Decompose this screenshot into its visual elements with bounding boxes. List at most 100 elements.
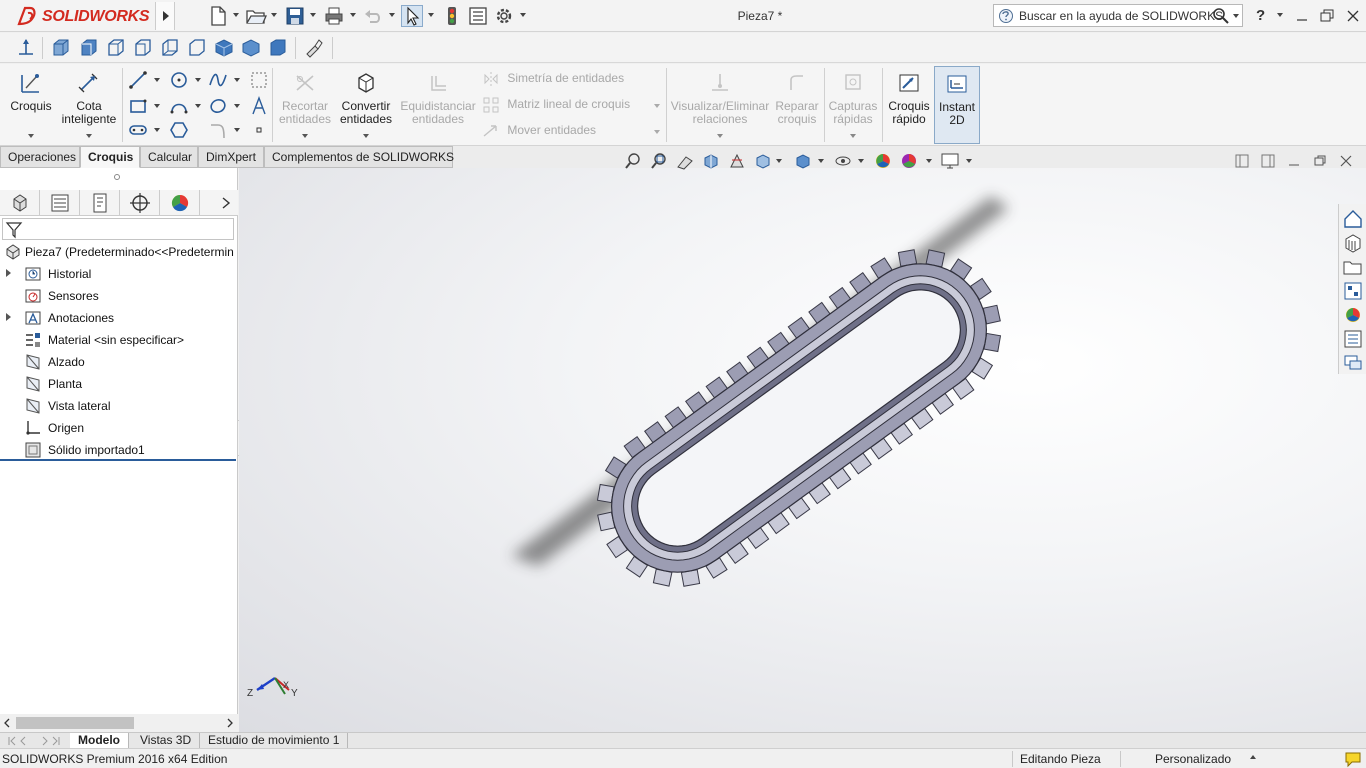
hide-show-dropdown-icon[interactable] [858,159,864,163]
polygon-tool[interactable] [169,120,189,140]
circle-tool[interactable] [169,70,189,90]
tree-item-material[interactable]: Material <sin especificar> [0,329,236,351]
open-dropdown-icon[interactable] [271,13,277,17]
section-view-icon[interactable] [702,152,720,170]
convert-dropdown-icon[interactable] [363,134,369,138]
tab-croquis[interactable]: Croquis [80,146,140,168]
viewport-tile-left-icon[interactable] [1234,153,1250,169]
select-dropdown-icon[interactable] [428,13,434,17]
cut-extrude-button[interactable] [159,37,181,59]
file-explorer-icon[interactable] [1342,256,1364,278]
instant-2d-button[interactable]: Instant 2D [934,66,980,144]
construction-geometry-tool[interactable] [249,70,269,90]
trim-dropdown-icon[interactable] [302,134,308,138]
timing-belt-model[interactable] [596,249,1002,587]
mirror-entities-button[interactable]: Simetría de entidades [482,70,624,92]
repair-sketch-button[interactable]: Reparar croquis [774,66,820,144]
save-dropdown-icon[interactable] [310,13,316,17]
tree-item-solido-importado[interactable]: Sólido importado1 [0,439,236,461]
scroll-right-icon[interactable] [225,717,235,729]
smart-dimension-dropdown-icon[interactable] [86,134,92,138]
scroll-left-icon[interactable] [2,717,12,729]
panel-tabs-next-button[interactable] [218,194,234,212]
select-button[interactable] [401,5,423,27]
help-button[interactable]: ? [1256,7,1265,24]
view-orientation-dropdown-icon[interactable] [776,159,782,163]
instant3d-button[interactable] [302,37,324,59]
model-view[interactable] [239,168,1366,732]
sketch-button[interactable]: Croquis [6,66,56,144]
status-units[interactable]: Personalizado [1155,752,1231,766]
hide-show-items-icon[interactable] [834,152,852,170]
tree-item-anotaciones[interactable]: Anotaciones [0,307,236,329]
design-library-icon[interactable] [1342,232,1364,254]
arc-tool[interactable] [169,96,189,116]
slot-dropdown-icon[interactable] [154,128,160,132]
viewport-restore-icon[interactable] [1312,153,1328,169]
rectangle-tool[interactable] [128,96,148,116]
view-settings-icon[interactable] [940,152,960,170]
shell-button[interactable] [267,37,289,59]
revolve-button[interactable] [78,37,100,59]
relations-dropdown-icon[interactable] [717,134,723,138]
tree-item-origen[interactable]: Origen [0,417,236,439]
tree-item-sensores[interactable]: Sensores [0,285,236,307]
minimize-button[interactable] [1291,6,1313,26]
forum-icon[interactable] [1342,352,1364,374]
spline-tool[interactable] [208,70,228,90]
spline-dropdown-icon[interactable] [234,78,240,82]
offset-entities-button[interactable]: Equidistanciar entidades [398,66,478,144]
sweep-button[interactable] [105,37,127,59]
tree-filter-input[interactable] [2,218,234,240]
search-icon[interactable] [1212,7,1230,25]
viewport-tile-right-icon[interactable] [1260,153,1276,169]
help-search-input[interactable]: Buscar en la ayuda de SOLIDWORKS [993,4,1243,27]
tree-root-part[interactable]: Pieza7 (Predeterminado<<Predetermin [0,241,236,263]
appearances-icon[interactable] [1342,304,1364,326]
line-dropdown-icon[interactable] [154,78,160,82]
graphics-area[interactable]: Z Y X [239,168,1366,732]
solidworks-logo[interactable]: SOLIDWORKS [16,4,151,28]
display-style-dropdown-icon[interactable] [818,159,824,163]
view-palette-icon[interactable] [1342,280,1364,302]
zoom-to-fit-icon[interactable] [624,152,642,170]
restore-button[interactable] [1316,6,1338,26]
fillet-sketch-tool[interactable] [208,120,228,140]
zoom-to-area-icon[interactable] [650,152,668,170]
circle-dropdown-icon[interactable] [195,78,201,82]
apply-scene-icon[interactable] [900,152,918,170]
file-properties-button[interactable] [467,5,489,27]
edit-appearance-icon[interactable] [874,152,892,170]
options-button[interactable] [493,5,515,27]
options-dropdown-icon[interactable] [520,13,526,17]
rebuild-button[interactable] [441,5,463,27]
text-tool[interactable] [249,96,269,116]
ellipse-tool[interactable] [208,96,228,116]
tab-dimxpert[interactable]: DimXpert [198,146,264,168]
scrollbar-thumb[interactable] [16,717,134,729]
move-entities-button[interactable]: Mover entidades [482,122,596,144]
viewport-close-icon[interactable] [1338,153,1354,169]
chamfer-button[interactable] [240,37,262,59]
expand-arrow-icon[interactable] [6,269,11,277]
rotate-tool-button[interactable] [15,37,37,59]
slot-tool[interactable] [128,120,148,140]
tab-calcular[interactable]: Calcular [140,146,198,168]
view-settings-dropdown-icon[interactable] [966,159,972,163]
trim-entities-button[interactable]: Recortar entidades [278,66,332,144]
save-button[interactable] [284,5,306,27]
point-tool[interactable] [249,120,269,140]
smart-dimension-button[interactable]: Cota inteligente [58,66,120,144]
home-icon[interactable] [1342,208,1364,230]
display-style-icon[interactable] [794,152,812,170]
tree-item-planta[interactable]: Planta [0,373,236,395]
arc-dropdown-icon[interactable] [195,104,201,108]
quick-snaps-dropdown-icon[interactable] [850,134,856,138]
tab-operaciones[interactable]: Operaciones [0,146,80,168]
close-button[interactable] [1342,6,1364,26]
units-popup-icon[interactable] [1250,755,1256,759]
tab-modelo[interactable]: Modelo [70,733,129,748]
convert-entities-button[interactable]: Convertir entidades [336,66,396,144]
undo-dropdown-icon[interactable] [389,13,395,17]
tree-item-vista-lateral[interactable]: Vista lateral [0,395,236,417]
